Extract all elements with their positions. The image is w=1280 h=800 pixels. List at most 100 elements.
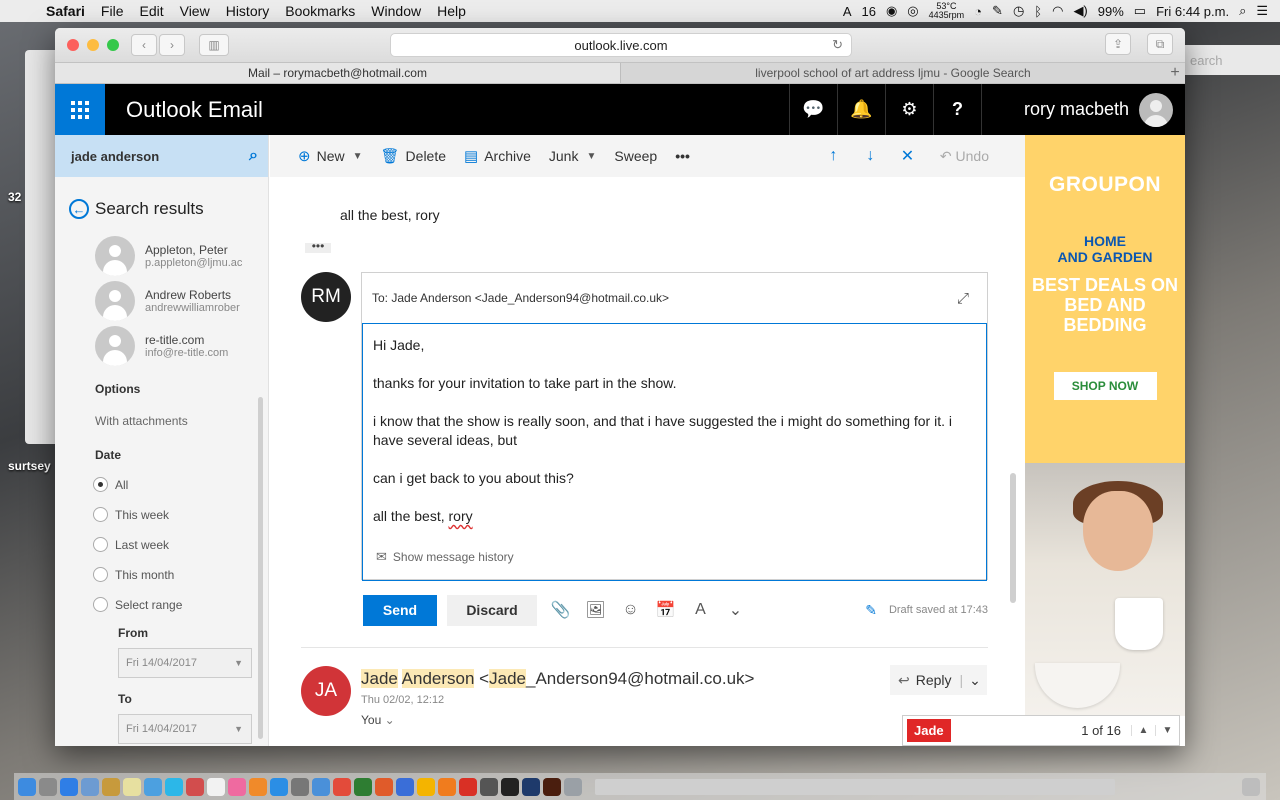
- with-attachments-filter[interactable]: With attachments: [55, 396, 268, 428]
- groupon-ad[interactable]: GROUPON HOME AND GARDEN BEST DEALS ON BED…: [1025, 135, 1185, 716]
- app-icon[interactable]: [165, 777, 183, 796]
- photoshop-icon[interactable]: [522, 777, 540, 796]
- chat-icon[interactable]: 💬: [788, 84, 837, 135]
- date-option-this-month[interactable]: This month: [55, 552, 268, 582]
- app-icon[interactable]: [249, 777, 267, 796]
- new-tab-icon[interactable]: +: [1165, 63, 1185, 83]
- finder-icon[interactable]: [18, 777, 36, 796]
- sweep-button[interactable]: Sweep: [605, 135, 666, 177]
- app-icon[interactable]: [375, 777, 393, 796]
- tabs-overview-icon[interactable]: ⧉: [1147, 33, 1173, 55]
- close-window-button[interactable]: [67, 39, 79, 51]
- app-icon[interactable]: [102, 777, 120, 796]
- timer-icon[interactable]: ◔: [974, 4, 982, 19]
- app-icon[interactable]: [312, 777, 330, 796]
- radio[interactable]: [93, 567, 108, 582]
- message-from[interactable]: Jade Anderson <Jade_Anderson94@hotmail.c…: [361, 669, 754, 689]
- find-term[interactable]: Jade: [907, 719, 951, 742]
- zoom-window-button[interactable]: [107, 39, 119, 51]
- record-icon[interactable]: ◉: [886, 3, 897, 19]
- menu-help[interactable]: Help: [429, 3, 474, 19]
- app-icon[interactable]: [186, 777, 204, 796]
- notification-center-icon[interactable]: ☰: [1256, 3, 1268, 19]
- to-field[interactable]: To: Jade Anderson <Jade_Anderson94@hotma…: [362, 273, 987, 324]
- minimized-windows[interactable]: [595, 778, 1115, 795]
- app-icon[interactable]: [81, 777, 99, 796]
- menu-app[interactable]: Safari: [38, 3, 93, 19]
- radio[interactable]: [93, 597, 108, 612]
- show-message-history-link[interactable]: ✉ Show message history: [376, 549, 514, 565]
- forward-icon[interactable]: ›: [159, 34, 185, 56]
- app-launcher-icon[interactable]: [55, 84, 105, 135]
- chevron-down-icon[interactable]: ⌄: [718, 600, 753, 620]
- battery-icon[interactable]: ▭: [1134, 3, 1146, 19]
- safari-icon[interactable]: [60, 777, 78, 796]
- menu-file[interactable]: File: [93, 3, 132, 19]
- time-machine-icon[interactable]: ◷: [1013, 3, 1024, 19]
- illustrator-icon[interactable]: [543, 777, 561, 796]
- date-option-this-week[interactable]: This week: [55, 492, 268, 522]
- address-bar[interactable]: outlook.live.com ↻: [390, 33, 852, 57]
- reply-button[interactable]: ↩ Reply | ⌄: [890, 665, 987, 695]
- menu-history[interactable]: History: [218, 3, 278, 19]
- tab-outlook[interactable]: Mail – rorymacbeth@hotmail.com: [55, 63, 620, 83]
- calendar-icon[interactable]: 📅: [648, 600, 683, 620]
- script-icon[interactable]: ✎: [992, 3, 1003, 19]
- undo-button[interactable]: ↶ Undo: [926, 148, 1025, 165]
- from-date-picker[interactable]: Fri 14/04/2017 ▼: [118, 648, 252, 678]
- date-option-select-range[interactable]: Select range: [55, 582, 268, 612]
- bell-icon[interactable]: 🔔: [836, 84, 885, 135]
- itunes-icon[interactable]: [228, 777, 246, 796]
- to-date-picker[interactable]: Fri 14/04/2017 ▼: [118, 714, 252, 744]
- emoji-icon[interactable]: ☺: [613, 601, 648, 619]
- app-icon[interactable]: [396, 777, 414, 796]
- arrow-up-icon[interactable]: ↑: [815, 147, 852, 165]
- app-icon[interactable]: [144, 777, 162, 796]
- pop-out-icon[interactable]: ⤢: [957, 290, 969, 307]
- vlc-icon[interactable]: [438, 777, 456, 796]
- date-option-last-week[interactable]: Last week: [55, 522, 268, 552]
- recipient[interactable]: Jade Anderson <Jade_Anderson94@hotmail.c…: [391, 291, 669, 305]
- new-button[interactable]: ⊕ New ▼: [270, 135, 372, 177]
- search-icon[interactable]: ⌕: [249, 147, 258, 165]
- app-icon[interactable]: [564, 777, 582, 796]
- sidebar-scrollbar[interactable]: [258, 397, 263, 739]
- trash-icon[interactable]: [1242, 777, 1260, 796]
- notes-icon[interactable]: [123, 777, 141, 796]
- junk-button[interactable]: Junk ▼: [540, 135, 605, 177]
- app-store-icon[interactable]: [270, 777, 288, 796]
- date-option-all[interactable]: All: [55, 462, 268, 492]
- app-icon[interactable]: [333, 777, 351, 796]
- format-text-icon[interactable]: A: [683, 601, 718, 619]
- reload-icon[interactable]: ↻: [832, 37, 843, 53]
- expand-quoted-button[interactable]: •••: [305, 240, 331, 253]
- app-icon[interactable]: [480, 777, 498, 796]
- back-icon[interactable]: ‹: [131, 34, 157, 56]
- find-next-icon[interactable]: ▼: [1155, 725, 1179, 736]
- app-icon[interactable]: [291, 777, 309, 796]
- tab-google-search[interactable]: liverpool school of art address ljmu - G…: [620, 63, 1165, 83]
- app-icon[interactable]: [39, 777, 57, 796]
- person-item[interactable]: Appleton, Peter p.appleton@ljmu.ac: [95, 233, 268, 278]
- close-icon[interactable]: ✕: [889, 146, 926, 166]
- terminal-icon[interactable]: [501, 777, 519, 796]
- share-icon[interactable]: ⇪: [1105, 33, 1131, 55]
- send-button[interactable]: Send: [363, 594, 437, 626]
- archive-button[interactable]: ▤ Archive: [455, 135, 540, 177]
- spotlight-icon[interactable]: ⌕: [1239, 3, 1246, 19]
- clock[interactable]: Fri 6:44 p.m.: [1156, 4, 1229, 19]
- insert-image-icon[interactable]: 🖼: [578, 600, 613, 620]
- find-previous-icon[interactable]: ▲: [1131, 725, 1155, 736]
- attach-icon[interactable]: 📎: [543, 600, 578, 620]
- gear-icon[interactable]: ⚙: [884, 84, 933, 135]
- acrobat-icon[interactable]: [459, 777, 477, 796]
- radio-selected[interactable]: [93, 477, 108, 492]
- sidebar-toggle-icon[interactable]: ▥: [199, 34, 229, 56]
- more-actions-button[interactable]: •••: [666, 135, 699, 177]
- radio[interactable]: [93, 537, 108, 552]
- menu-edit[interactable]: Edit: [131, 3, 171, 19]
- adobe-icon[interactable]: A: [843, 4, 852, 19]
- menu-window[interactable]: Window: [363, 3, 429, 19]
- bluetooth-icon[interactable]: ᛒ: [1034, 4, 1042, 19]
- excel-icon[interactable]: [354, 777, 372, 796]
